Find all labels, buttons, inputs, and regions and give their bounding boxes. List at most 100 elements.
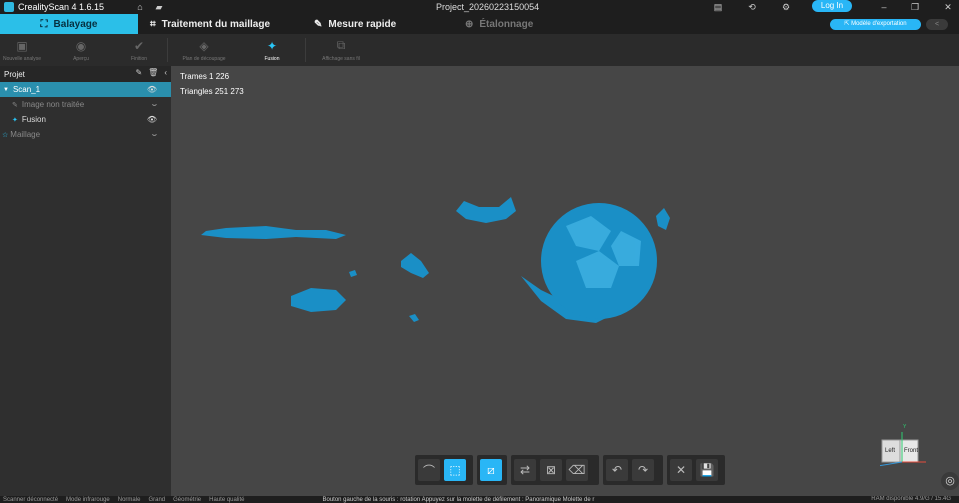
collapse-chevron-icon[interactable]: ‹ [164, 68, 167, 77]
expand-chevron-icon[interactable]: ▼ [3, 87, 9, 93]
tab-scan-label: Balayage [53, 18, 98, 30]
export-label: Modèle d'exportation [851, 21, 907, 27]
lasso-select-icon[interactable]: ⌒ [418, 459, 440, 481]
3d-viewport[interactable]: ◎ [171, 66, 959, 496]
tab-mesh-label: Traitement du maillage [161, 18, 271, 30]
status-normal: Normale [117, 496, 141, 503]
history-tools: ↶ ↷ [603, 455, 663, 485]
cutting-plane-label: Plan de découpage [182, 55, 226, 62]
visibility-eye-icon[interactable]: 👁 [147, 115, 157, 124]
tree-item-scan-label: Scan_1 [12, 85, 41, 94]
hidden-eye-icon[interactable]: ⌣ [152, 100, 157, 110]
view-target-icon: ◎ [945, 475, 955, 487]
app-brand: CrealityScan 4 1.6.15 [0, 2, 104, 12]
status-mode: Mode infrarouge [66, 496, 110, 503]
sync-icon[interactable]: ⟲ [746, 1, 758, 13]
checkmark-icon: ✔ [133, 38, 145, 53]
tab-measure-label: Mesure rapide [328, 18, 397, 30]
fusion-label: Fusion [264, 55, 280, 62]
status-geometry: Géométrie [173, 496, 202, 503]
new-scan-tool[interactable]: ▣ Nouvelle analyse [2, 34, 42, 66]
cutting-plane-icon: ◈ [199, 38, 209, 53]
wireless-display-label: Affichage sans fil [322, 55, 360, 62]
scan-point-cloud [201, 197, 670, 323]
orientation-cube[interactable]: Left Front Y [877, 424, 926, 467]
settings-gear-icon[interactable]: ⚙ [780, 1, 792, 13]
fusion-tool[interactable]: ✦ Fusion [254, 34, 290, 66]
new-scan-icon: ▣ [16, 38, 28, 53]
select-through-icon[interactable]: ⧄ [480, 459, 502, 481]
undo-icon[interactable]: ↶ [606, 459, 628, 481]
mesh-icon: ⌗ [150, 18, 156, 30]
tree-item-scan[interactable]: ▼ Scan_1 👁 [0, 82, 171, 97]
close-window-icon[interactable]: ✕ [942, 1, 954, 13]
document-icon[interactable]: ▤ [712, 1, 724, 13]
finish-tool[interactable]: ✔ Finition [120, 34, 158, 66]
title-bar: CrealityScan 4 1.6.15 ⌂ ▰ Project_202602… [0, 0, 959, 14]
preview-label: Aperçu [73, 55, 89, 62]
login-button[interactable]: Log In [812, 0, 852, 12]
mouse-hint: Bouton gauche de la souris : rotation Ap… [322, 496, 595, 503]
hidden-eye-icon[interactable]: ⌣ [152, 130, 157, 140]
invert-selection-icon[interactable]: ⇄ [514, 459, 536, 481]
finish-label: Finition [130, 55, 148, 62]
delete-selection-icon[interactable]: ⌫ [566, 459, 588, 481]
gizmo-left-label: Left [885, 448, 896, 454]
gizmo-front-label: Front [904, 448, 919, 454]
app-logo-icon [4, 2, 14, 12]
tree-item-fusion[interactable]: ✦ Fusion 👁 [0, 112, 171, 127]
status-scanner: Scanner déconnecté [3, 496, 59, 503]
new-scan-label: Nouvelle analyse [2, 55, 42, 62]
tab-quick-measure[interactable]: ✎ Mesure rapide [314, 14, 396, 34]
scan-icon: ⛶ [40, 18, 48, 30]
cutting-plane-tool[interactable]: ◈ Plan de découpage [176, 34, 232, 66]
project-sidebar: Projet ✎ 🗑 ‹ ▼ Scan_1 👁 ✎ Image non trai… [0, 66, 171, 496]
preview-eye-icon: ◉ [75, 38, 87, 53]
fusion-sparkle-icon: ✦ [266, 38, 278, 53]
project-header-label: Projet [4, 69, 25, 79]
tab-mesh-processing[interactable]: ⌗ Traitement du maillage [150, 14, 270, 34]
tree-item-mesh-label: Maillage [10, 130, 41, 139]
visibility-eye-icon[interactable]: 👁 [147, 85, 157, 94]
maximize-icon[interactable]: ❐ [909, 1, 921, 13]
tree-item-raw-image[interactable]: ✎ Image non traitée ⌣ [0, 97, 171, 112]
view-settings-button[interactable]: ◎ [941, 472, 959, 490]
tab-calibration[interactable]: ⊕ Étalonnage [465, 14, 533, 34]
project-name: Project_20260223150054 [436, 2, 540, 12]
triangles-count: Triangles 251 273 [180, 87, 244, 96]
ruler-icon: ✎ [314, 18, 323, 30]
clear-selection-icon[interactable]: ⊠ [540, 459, 562, 481]
wireless-display-tool[interactable]: ⧉ Affichage sans fil [314, 34, 368, 66]
share-icon: < [934, 21, 940, 28]
minimize-icon[interactable]: – [878, 1, 890, 13]
project-header: Projet ✎ 🗑 ‹ [0, 66, 171, 82]
share-button[interactable]: < [926, 19, 948, 30]
ram-status: RAM disponible 4.9/G / 15.4G [871, 496, 951, 502]
tree-item-raw-image-label: Image non traitée [21, 100, 85, 109]
redo-icon[interactable]: ↷ [632, 459, 654, 481]
through-select-tools: ⧄ [477, 455, 507, 485]
raw-image-icon: ✎ [12, 101, 18, 109]
gizmo-y-label: Y [903, 424, 907, 430]
save-icon[interactable]: 💾 [696, 459, 718, 481]
tab-calibration-label: Étalonnage [479, 18, 534, 30]
tree-item-mesh[interactable]: ☆ Maillage ⌣ [0, 127, 171, 142]
export-model-button[interactable]: ⇱ Modèle d'exportation [830, 19, 921, 30]
fusion-item-icon: ✦ [12, 116, 18, 124]
wireless-display-icon: ⧉ [336, 38, 346, 52]
edit-selection-tools: ⇄ ⊠ ⌫ [511, 455, 599, 485]
trash-icon[interactable]: 🗑 [148, 68, 158, 77]
tab-scan[interactable]: ⛶ Balayage [0, 14, 138, 34]
selection-tools: ⌒ ⬚ [415, 455, 473, 485]
tree-item-fusion-label: Fusion [21, 115, 46, 124]
status-quality: Haute qualité [209, 496, 245, 503]
toolbar-divider [305, 38, 306, 62]
edit-icon[interactable]: ✎ [135, 68, 142, 77]
cancel-icon[interactable]: ✕ [670, 459, 692, 481]
preview-tool[interactable]: ◉ Aperçu [62, 34, 100, 66]
rect-select-icon[interactable]: ⬚ [444, 459, 466, 481]
folder-icon[interactable]: ▰ [153, 1, 165, 13]
scan-toolbar: ▣ Nouvelle analyse ◉ Aperçu ✔ Finition ◈… [0, 34, 959, 66]
status-size: Grand [148, 496, 166, 503]
home-icon[interactable]: ⌂ [134, 1, 146, 13]
